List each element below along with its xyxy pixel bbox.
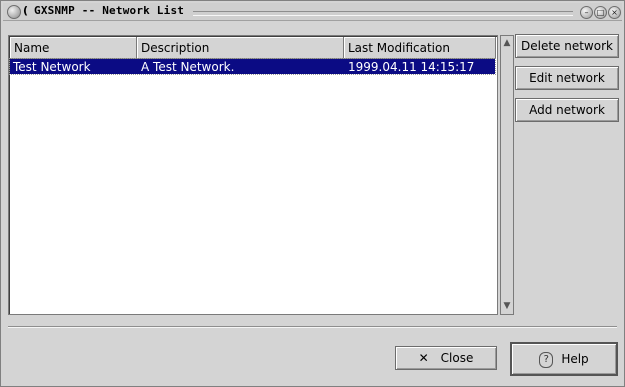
column-header-label: Name — [14, 41, 50, 55]
close-window-icon[interactable]: × — [608, 6, 621, 19]
close-button[interactable]: ✕ Close — [395, 346, 497, 370]
help-label: Help — [561, 352, 589, 366]
window-title: GXSNMP -- Network List — [34, 4, 185, 17]
network-list[interactable]: Name Description Last Modification Test … — [8, 35, 498, 315]
column-header-label: Description — [141, 41, 210, 55]
column-header-name[interactable]: Name — [10, 37, 137, 59]
title-bar[interactable]: ( GXSNMP -- Network List – □ × — [3, 3, 622, 21]
delete-network-button[interactable]: Delete network — [515, 34, 619, 58]
scroll-up-icon[interactable]: ▲ — [502, 37, 512, 49]
close-label: Close — [440, 351, 474, 365]
add-network-button[interactable]: Add network — [515, 98, 619, 122]
cell-name: Test Network — [13, 60, 91, 74]
column-header-label: Last Modification — [348, 41, 450, 55]
minimize-icon[interactable]: – — [580, 6, 593, 19]
title-lead: ( — [23, 4, 29, 17]
separator — [8, 326, 617, 328]
window-menu-icon[interactable] — [7, 5, 21, 19]
question-icon: ? — [539, 351, 554, 368]
cell-modified: 1999.04.11 14:15:17 — [348, 60, 475, 74]
cell-description: A Test Network. — [141, 60, 235, 74]
maximize-icon[interactable]: □ — [594, 6, 607, 19]
title-groove — [193, 11, 573, 16]
help-button[interactable]: ? Help — [510, 342, 618, 376]
column-header-last-modification[interactable]: Last Modification — [344, 37, 496, 59]
table-row[interactable]: Test Network A Test Network. 1999.04.11 … — [9, 58, 496, 75]
column-header-description[interactable]: Description — [137, 37, 344, 59]
vertical-scrollbar[interactable]: ▲ ▼ — [500, 35, 514, 315]
x-icon: ✕ — [418, 351, 429, 365]
edit-network-button[interactable]: Edit network — [515, 66, 619, 90]
scroll-down-icon[interactable]: ▼ — [502, 300, 512, 312]
network-list-window: ( GXSNMP -- Network List – □ × Name Desc… — [0, 0, 625, 387]
